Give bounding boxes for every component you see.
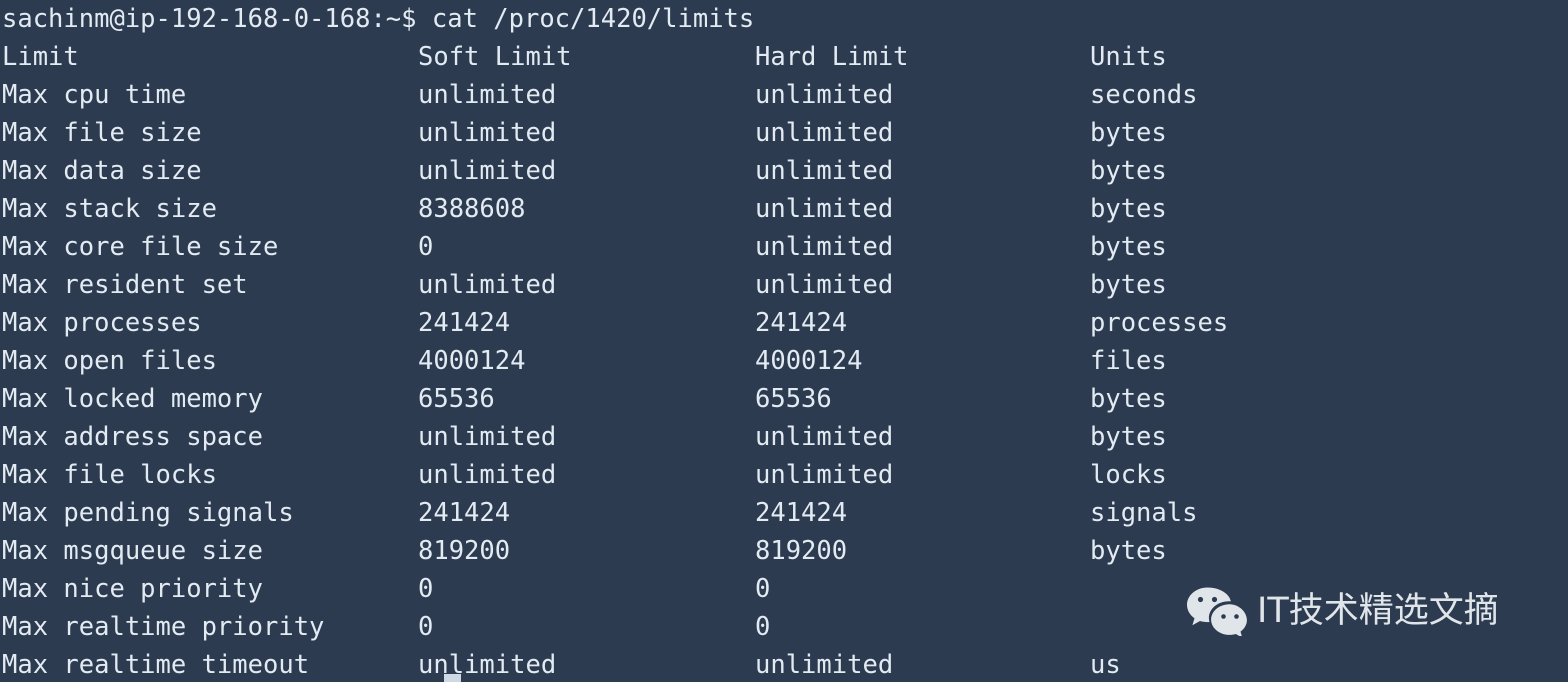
cell-limit: Max file size bbox=[2, 118, 202, 148]
cell-limit: Max msgqueue size bbox=[2, 536, 263, 566]
column-header-soft-limit: Soft Limit bbox=[418, 42, 572, 72]
cell-hard-limit: 819200 bbox=[755, 536, 848, 566]
table-row: Max resident set unlimited unlimited byt… bbox=[0, 266, 1568, 304]
cell-soft-limit: unlimited bbox=[418, 422, 557, 452]
cell-limit: Max realtime priority bbox=[2, 612, 325, 642]
cell-units: processes bbox=[1090, 308, 1229, 338]
cell-units: files bbox=[1090, 346, 1167, 376]
cell-hard-limit: 4000124 bbox=[755, 346, 863, 376]
cell-soft-limit: unlimited bbox=[418, 650, 557, 680]
cell-units: seconds bbox=[1090, 80, 1198, 110]
table-row: Max cpu time unlimited unlimited seconds bbox=[0, 76, 1568, 114]
cell-units: signals bbox=[1090, 498, 1198, 528]
cell-limit: Max pending signals bbox=[2, 498, 294, 528]
table-row: Max pending signals 241424 241424 signal… bbox=[0, 494, 1568, 532]
cell-limit: Max open files bbox=[2, 346, 217, 376]
cell-units: locks bbox=[1090, 460, 1167, 490]
cell-limit: Max resident set bbox=[2, 270, 248, 300]
cell-limit: Max address space bbox=[2, 422, 263, 452]
cell-hard-limit: 241424 bbox=[755, 308, 848, 338]
cell-hard-limit: unlimited bbox=[755, 422, 894, 452]
cell-hard-limit: unlimited bbox=[755, 80, 894, 110]
cell-units: bytes bbox=[1090, 156, 1167, 186]
cell-soft-limit: unlimited bbox=[418, 118, 557, 148]
cell-hard-limit: 241424 bbox=[755, 498, 848, 528]
table-row: Max processes 241424 241424 processes bbox=[0, 304, 1568, 342]
cell-soft-limit: 65536 bbox=[418, 384, 495, 414]
cell-soft-limit: unlimited bbox=[418, 460, 557, 490]
terminal-cursor bbox=[444, 674, 461, 682]
terminal-window[interactable]: sachinm@ip-192-168-0-168:~$ cat /proc/14… bbox=[0, 0, 1568, 682]
cell-soft-limit: 241424 bbox=[418, 498, 511, 528]
cell-soft-limit: 8388608 bbox=[418, 194, 526, 224]
cell-limit: Max locked memory bbox=[2, 384, 263, 414]
table-row: Max data size unlimited unlimited bytes bbox=[0, 152, 1568, 190]
cell-hard-limit: 65536 bbox=[755, 384, 832, 414]
table-row: Max open files 4000124 4000124 files bbox=[0, 342, 1568, 380]
cell-limit: Max data size bbox=[2, 156, 202, 186]
cell-soft-limit: 241424 bbox=[418, 308, 511, 338]
cell-limit: Max cpu time bbox=[2, 80, 187, 110]
cell-soft-limit: 0 bbox=[418, 232, 434, 262]
table-row: Max stack size 8388608 unlimited bytes bbox=[0, 190, 1568, 228]
table-row: Max file locks unlimited unlimited locks bbox=[0, 456, 1568, 494]
shell-prompt-line: sachinm@ip-192-168-0-168:~$ cat /proc/14… bbox=[2, 4, 755, 34]
table-row: Max nice priority 0 0 bbox=[0, 570, 1568, 608]
cell-units: bytes bbox=[1090, 194, 1167, 224]
cell-soft-limit: unlimited bbox=[418, 80, 557, 110]
cell-hard-limit: 0 bbox=[755, 612, 771, 642]
table-row: Max address space unlimited unlimited by… bbox=[0, 418, 1568, 456]
column-header-hard-limit: Hard Limit bbox=[755, 42, 909, 72]
column-header-units: Units bbox=[1090, 42, 1167, 72]
cell-limit: Max stack size bbox=[2, 194, 217, 224]
table-row: Max realtime priority 0 0 bbox=[0, 608, 1568, 646]
cell-hard-limit: unlimited bbox=[755, 650, 894, 680]
cell-soft-limit: 4000124 bbox=[418, 346, 526, 376]
cell-limit: Max core file size bbox=[2, 232, 279, 262]
cell-soft-limit: unlimited bbox=[418, 156, 557, 186]
cell-hard-limit: unlimited bbox=[755, 156, 894, 186]
cell-soft-limit: 0 bbox=[418, 574, 434, 604]
cell-units: bytes bbox=[1090, 118, 1167, 148]
cell-hard-limit: unlimited bbox=[755, 118, 894, 148]
cell-hard-limit: 0 bbox=[755, 574, 771, 604]
cell-hard-limit: unlimited bbox=[755, 270, 894, 300]
cell-limit: Max processes bbox=[2, 308, 202, 338]
cell-soft-limit: 819200 bbox=[418, 536, 511, 566]
cell-limit: Max nice priority bbox=[2, 574, 263, 604]
table-header-row: Limit Soft Limit Hard Limit Units bbox=[0, 38, 1568, 76]
cell-hard-limit: unlimited bbox=[755, 232, 894, 262]
cell-units: bytes bbox=[1090, 384, 1167, 414]
cell-units: bytes bbox=[1090, 270, 1167, 300]
cell-limit: Max realtime timeout bbox=[2, 650, 310, 680]
table-row: Max core file size 0 unlimited bytes bbox=[0, 228, 1568, 266]
cell-limit: Max file locks bbox=[2, 460, 217, 490]
cell-units: bytes bbox=[1090, 232, 1167, 262]
cell-hard-limit: unlimited bbox=[755, 460, 894, 490]
table-row: Max realtime timeout unlimited unlimited… bbox=[0, 646, 1568, 682]
cell-units: bytes bbox=[1090, 536, 1167, 566]
table-row: Max msgqueue size 819200 819200 bytes bbox=[0, 532, 1568, 570]
cell-soft-limit: unlimited bbox=[418, 270, 557, 300]
table-row: Max locked memory 65536 65536 bytes bbox=[0, 380, 1568, 418]
cell-units: bytes bbox=[1090, 422, 1167, 452]
cell-soft-limit: 0 bbox=[418, 612, 434, 642]
terminal-output: sachinm@ip-192-168-0-168:~$ cat /proc/14… bbox=[0, 0, 1568, 682]
cell-units: us bbox=[1090, 650, 1121, 680]
column-header-limit: Limit bbox=[2, 42, 79, 72]
cell-hard-limit: unlimited bbox=[755, 194, 894, 224]
table-row: Max file size unlimited unlimited bytes bbox=[0, 114, 1568, 152]
